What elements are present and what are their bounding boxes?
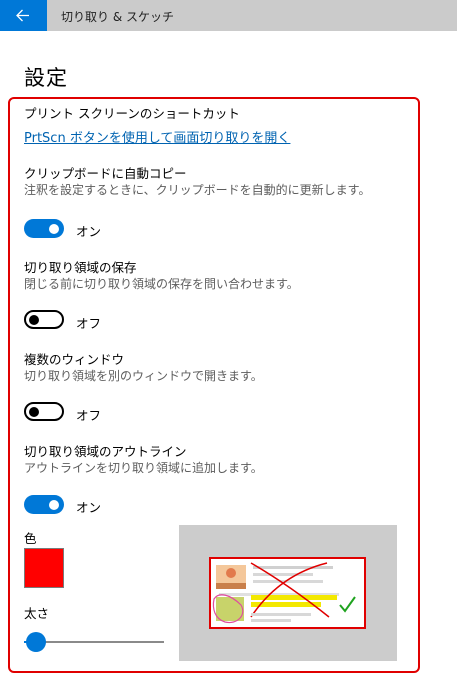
thickness-slider-track[interactable] xyxy=(38,641,164,643)
multiwindow-toggle[interactable] xyxy=(24,402,64,421)
toggle-knob xyxy=(29,406,39,417)
shortcut-heading: プリント スクリーンのショートカット xyxy=(24,106,240,121)
save-heading: 切り取り領域の保存 xyxy=(24,260,137,275)
arrow-left-icon xyxy=(16,9,29,22)
multiwindow-description: 切り取り領域を別のウィンドウで開きます。 xyxy=(24,369,263,383)
clipboard-description: 注釈を設定するときに、クリップボードを自動的に更新します。 xyxy=(24,183,371,197)
outline-toggle[interactable] xyxy=(24,495,64,514)
toggle-knob xyxy=(49,499,59,510)
prtscn-settings-link[interactable]: PrtScn ボタンを使用して画面切り取りを開く xyxy=(24,127,290,146)
multiwindow-heading: 複数のウィンドウ xyxy=(24,352,125,367)
outline-color-swatch[interactable] xyxy=(24,548,64,588)
clipboard-heading: クリップボードに自動コピー xyxy=(24,166,187,181)
outline-toggle-state: オン xyxy=(76,500,102,515)
outline-heading: 切り取り領域のアウトライン xyxy=(24,444,187,459)
thickness-slider-thumb[interactable] xyxy=(26,632,46,652)
outline-preview xyxy=(179,525,397,661)
back-button[interactable] xyxy=(0,0,47,31)
clipboard-toggle-state: オン xyxy=(76,224,102,239)
page-title: 設定 xyxy=(24,66,68,90)
color-label: 色 xyxy=(24,531,37,546)
app-title: 切り取り & スケッチ xyxy=(61,10,174,24)
multiwindow-toggle-state: オフ xyxy=(76,408,102,423)
snip-preview-illustration xyxy=(209,557,366,629)
thickness-label: 太さ xyxy=(24,606,50,621)
save-toggle-state: オフ xyxy=(76,316,102,331)
save-toggle[interactable] xyxy=(24,310,64,329)
clipboard-toggle[interactable] xyxy=(24,219,64,238)
toggle-knob xyxy=(49,223,59,234)
title-bar: 切り取り & スケッチ xyxy=(0,0,457,31)
toggle-knob xyxy=(29,314,39,325)
save-description: 閉じる前に切り取り領域の保存を問い合わせます。 xyxy=(24,277,299,291)
outline-description: アウトラインを切り取り領域に追加します。 xyxy=(24,461,263,475)
